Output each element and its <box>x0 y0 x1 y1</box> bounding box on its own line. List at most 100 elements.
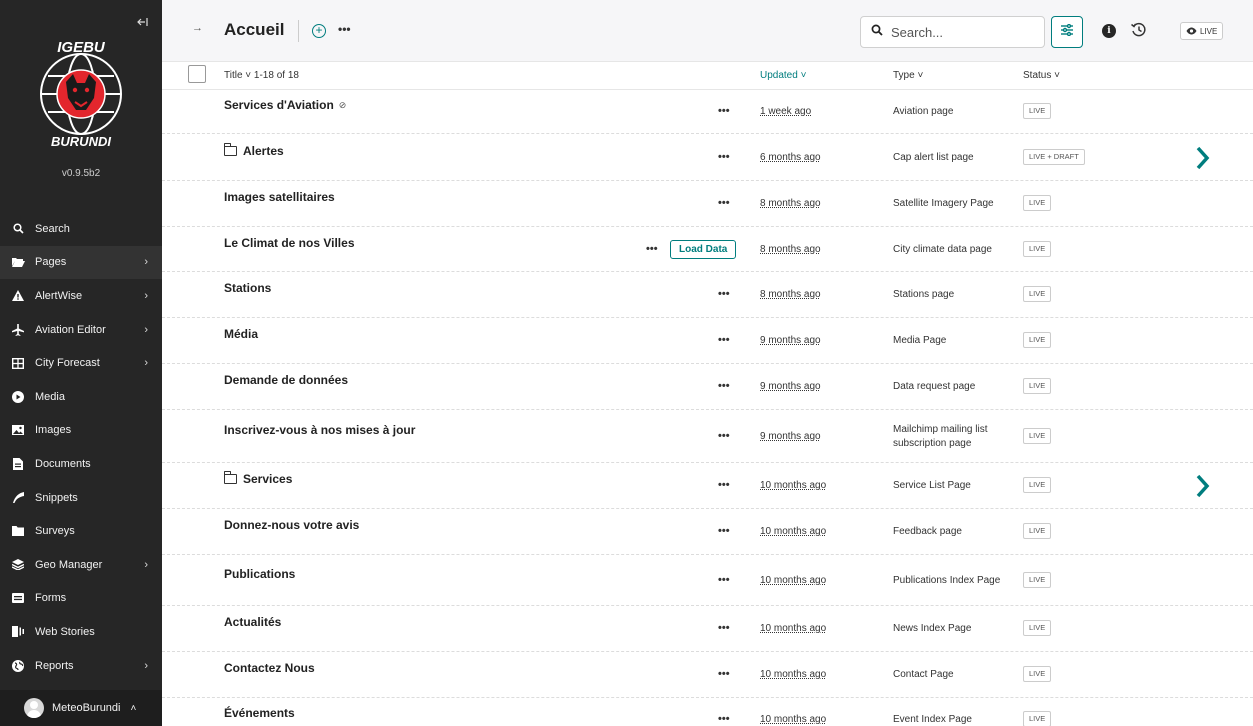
plane-icon <box>10 323 26 337</box>
collapse-left-icon[interactable] <box>132 14 152 34</box>
page-title-link[interactable]: Stations <box>224 281 271 295</box>
table-row[interactable]: Demande de données ••• 9 months ago Data re… <box>162 364 1253 410</box>
more-actions-icon[interactable]: ••• <box>718 334 730 346</box>
site-logo[interactable]: IGEBU BURUNDI <box>28 38 134 148</box>
sidebar-item-documents[interactable]: Documents <box>0 447 162 481</box>
sidebar-item-pages[interactable]: Pages › <box>0 245 162 280</box>
sidebar-item-geo-manager[interactable]: Geo Manager › <box>0 548 162 582</box>
table-row[interactable]: Publications ••• 10 months ago Publications… <box>162 555 1253 606</box>
chevron-right-icon: › <box>144 558 148 571</box>
page-type: Satellite Imagery Page <box>893 198 994 209</box>
select-all-checkbox[interactable] <box>188 65 206 83</box>
updated-time[interactable]: 10 months ago <box>760 714 826 725</box>
updated-time[interactable]: 10 months ago <box>760 480 826 491</box>
updated-time[interactable]: 10 months ago <box>760 575 826 586</box>
page-title-link[interactable]: Actualités <box>224 615 281 629</box>
more-actions-icon[interactable]: ••• <box>646 243 658 255</box>
table-row[interactable]: Événements ••• 10 months ago Event Index Pa… <box>162 698 1253 726</box>
pages-table: Title ˅ 1-18 of 18 Updated ˅ Type ˅ Stat… <box>162 62 1253 726</box>
updated-time[interactable]: 9 months ago <box>760 431 821 442</box>
breadcrumb-expand-icon[interactable]: → <box>192 22 203 34</box>
logo-top-text: IGEBU <box>57 39 106 56</box>
page-title-link[interactable]: Alertes <box>224 143 284 158</box>
sidebar-item-media[interactable]: Media <box>0 380 162 414</box>
table-row[interactable]: Le Climat de nos Villes ••• Load Data 8 mon… <box>162 227 1253 272</box>
more-actions-icon[interactable]: ••• <box>718 622 730 634</box>
page-type: Aviation page <box>893 106 954 117</box>
sidebar-item-surveys[interactable]: Surveys <box>0 514 162 548</box>
filter-toggle-button[interactable] <box>1051 16 1083 48</box>
sidebar-item-search[interactable]: Search <box>0 212 162 246</box>
page-title-link[interactable]: Publications <box>224 567 295 581</box>
page-title-link[interactable]: Demande de données <box>224 373 348 387</box>
sidebar-item-reports[interactable]: Reports › <box>0 649 162 683</box>
page-title-link[interactable]: Services d'Aviation ⊘ <box>224 98 346 112</box>
table-row[interactable]: Média ••• 9 months ago Media Page LIVE <box>162 318 1253 364</box>
table-row[interactable]: Services d'Aviation ⊘ ••• 1 week ago Aviatio… <box>162 90 1253 134</box>
table-row[interactable]: Inscrivez-vous à nos mises à jour ••• 9 mo… <box>162 410 1253 463</box>
more-actions-icon[interactable]: ••• <box>718 668 730 680</box>
more-actions-icon[interactable]: ••• <box>718 288 730 300</box>
page-title[interactable]: Accueil <box>224 20 284 40</box>
more-actions-icon[interactable]: ••• <box>718 197 730 209</box>
more-actions-icon[interactable]: ••• <box>718 574 730 586</box>
more-actions-button[interactable]: ••• <box>338 22 351 36</box>
sidebar-item-aviation-editor[interactable]: Aviation Editor › <box>0 313 162 347</box>
table-row[interactable]: Images satellitaires ••• 8 months ago Satel… <box>162 181 1253 227</box>
table-row[interactable]: Services ••• 10 months ago Service List Pag… <box>162 463 1253 509</box>
chevron-right-icon[interactable] <box>1192 473 1212 499</box>
sidebar-item-images[interactable]: Images <box>0 414 162 448</box>
table-row[interactable]: Alertes ••• 6 months ago Cap alert list pag… <box>162 134 1253 181</box>
sidebar-item-snippets[interactable]: Snippets <box>0 481 162 515</box>
updated-time[interactable]: 10 months ago <box>760 669 826 680</box>
page-title-link[interactable]: Média <box>224 327 258 341</box>
page-title-link[interactable]: Images satellitaires <box>224 190 335 204</box>
more-actions-icon[interactable]: ••• <box>718 380 730 392</box>
page-title-link[interactable]: Donnez-nous votre avis <box>224 518 359 532</box>
sidebar-item-forms[interactable]: Forms <box>0 582 162 616</box>
more-actions-icon[interactable]: ••• <box>718 105 730 117</box>
sidebar-item-web-stories[interactable]: Web Stories <box>0 615 162 649</box>
sidebar-item-city-forecast[interactable]: City Forecast › <box>0 346 162 380</box>
page-title-link[interactable]: Contactez Nous <box>224 661 315 675</box>
history-icon[interactable] <box>1130 21 1148 39</box>
more-actions-icon[interactable]: ••• <box>718 430 730 442</box>
table-row[interactable]: Donnez-nous votre avis ••• 10 months ago Fe… <box>162 509 1253 555</box>
updated-time[interactable]: 9 months ago <box>760 335 821 346</box>
status-badge: LIVE <box>1023 711 1052 726</box>
more-actions-icon[interactable]: ••• <box>718 151 730 163</box>
updated-time[interactable]: 10 months ago <box>760 623 826 634</box>
column-header-title[interactable]: Title ˅ 1-18 of 18 <box>224 70 299 81</box>
add-child-page-button[interactable]: + <box>312 24 326 38</box>
updated-time[interactable]: 1 week ago <box>760 106 811 117</box>
more-actions-icon[interactable]: ••• <box>718 479 730 491</box>
page-title-link[interactable]: Inscrivez-vous à nos mises à jour <box>224 423 415 437</box>
sidebar-item-alertwise[interactable]: AlertWise › <box>0 279 162 313</box>
table-row[interactable]: Stations ••• 8 months ago Stations page LIVE <box>162 272 1253 318</box>
updated-time[interactable]: 8 months ago <box>760 289 821 300</box>
column-header-updated[interactable]: Updated ˅ <box>760 70 806 81</box>
updated-time[interactable]: 6 months ago <box>760 152 821 163</box>
page-title-link[interactable]: Services <box>224 471 292 486</box>
page-type: Mailchimp mailing list subscription page <box>893 424 988 449</box>
column-header-type[interactable]: Type ˅ <box>893 70 923 81</box>
account-menu[interactable]: MeteoBurundi ˄ <box>0 690 162 726</box>
info-icon[interactable]: i <box>1102 24 1116 38</box>
live-status-button[interactable]: LIVE <box>1180 22 1224 40</box>
updated-time[interactable]: 9 months ago <box>760 381 821 392</box>
search-input[interactable] <box>891 24 1031 40</box>
page-title-link[interactable]: Événements <box>224 706 295 720</box>
updated-time[interactable]: 10 months ago <box>760 526 826 537</box>
page-title-link[interactable]: Le Climat de nos Villes <box>224 236 355 250</box>
column-header-status[interactable]: Status ˅ <box>1023 70 1060 81</box>
chevron-right-icon[interactable] <box>1192 145 1212 171</box>
sidebar-item-label: Surveys <box>35 525 75 538</box>
search-box <box>860 16 1045 48</box>
table-row[interactable]: Actualités ••• 10 months ago News Index Pag… <box>162 606 1253 652</box>
updated-time[interactable]: 8 months ago <box>760 244 821 255</box>
more-actions-icon[interactable]: ••• <box>718 525 730 537</box>
load-data-button[interactable]: Load Data <box>670 240 737 259</box>
table-row[interactable]: Contactez Nous ••• 10 months ago Contact Pa… <box>162 652 1253 698</box>
updated-time[interactable]: 8 months ago <box>760 198 821 209</box>
more-actions-icon[interactable]: ••• <box>718 713 730 725</box>
